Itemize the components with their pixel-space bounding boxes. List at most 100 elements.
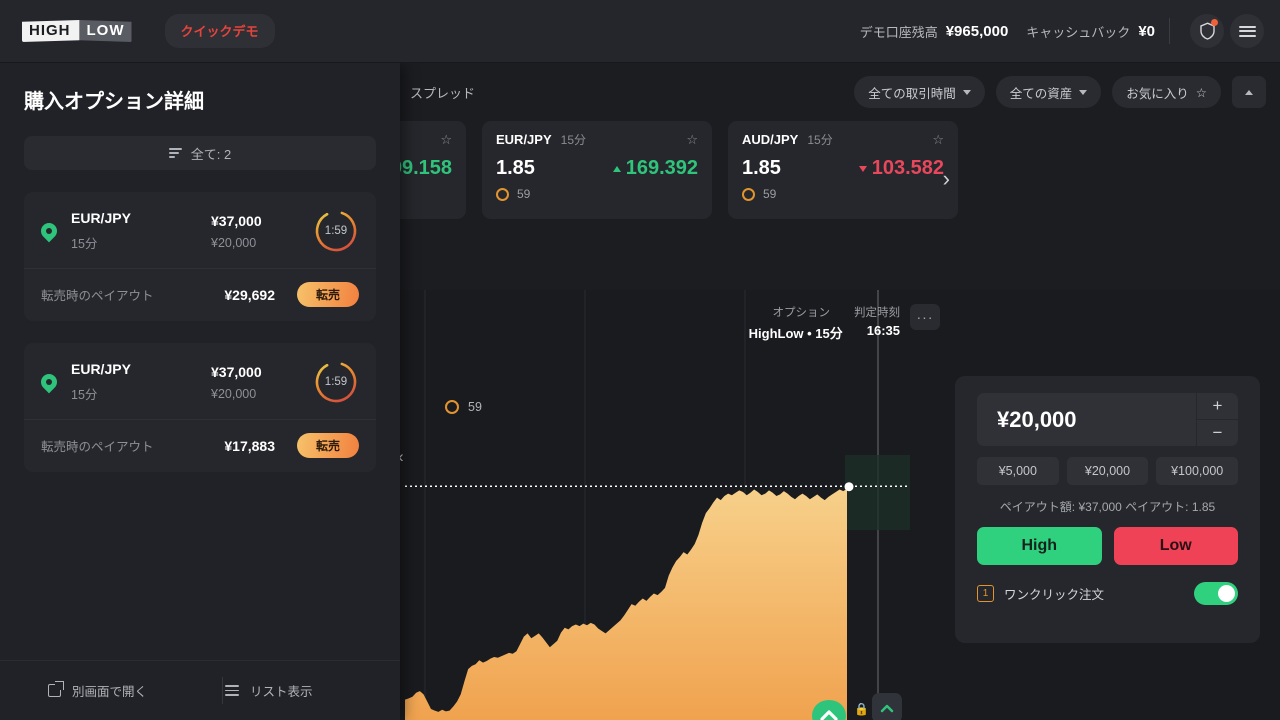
footer-divider	[222, 677, 223, 704]
position-pair: EUR/JPY	[71, 361, 131, 377]
price-area	[405, 488, 847, 720]
panel-filter-label: 全て: 2	[190, 146, 232, 162]
quick-amount-20000[interactable]: ¥20,000	[1066, 457, 1149, 485]
brand-logo[interactable]: HIGH LOW	[22, 18, 132, 44]
low-button[interactable]: Low	[1113, 527, 1238, 565]
quick-amount-100000[interactable]: ¥100,000	[1156, 457, 1239, 485]
position-pair: EUR/JPY	[71, 210, 131, 226]
position-card-header: EUR/JPY 15分 ¥37,000 ¥20,000 1:59	[24, 343, 376, 419]
resell-payout-value: ¥17,883	[224, 437, 275, 454]
position-countdown-timer: 1:59	[313, 359, 359, 405]
asset-card-eurjpy[interactable]: EUR/JPY 15分 ☆ 1.85 169.392 59	[482, 121, 712, 219]
amount-input-row: ¥20,000 + −	[977, 393, 1238, 446]
balance-value: ¥965,000	[945, 22, 1009, 40]
position-stake: ¥20,000	[211, 235, 257, 250]
asset-duration: 15分	[560, 133, 586, 147]
next-assets-arrow-icon[interactable]: ›	[943, 166, 950, 192]
asset-card-audjpy[interactable]: AUD/JPY 15分 ☆ 1.85 103.582 59 ›	[728, 121, 958, 219]
position-card-header: EUR/JPY 15分 ¥37,000 ¥20,000 1:59	[24, 192, 376, 268]
position-resell-row: 転売時のペイアウト ¥29,692 転売	[24, 268, 376, 321]
list-view-label: リスト表示	[250, 685, 313, 699]
asset-rate: 169.392	[612, 157, 698, 180]
asset-pair: EUR/JPY	[496, 132, 552, 147]
current-price-dot	[844, 482, 854, 492]
favorites-filter-label: お気に入り	[1126, 86, 1189, 101]
favorite-star-icon[interactable]: ☆	[932, 132, 944, 148]
asset-count: 59	[517, 187, 531, 201]
resell-button[interactable]: 転売	[297, 433, 359, 458]
judgement-window	[845, 455, 910, 530]
asset-count: 59	[763, 187, 777, 201]
trading-time-filter[interactable]: 全ての取引時間	[854, 76, 985, 108]
chart-high-button[interactable]	[872, 693, 902, 720]
position-resell-row: 転売時のペイアウト ¥17,883 転売	[24, 419, 376, 472]
asset-duration: 15分	[807, 133, 833, 147]
asset-rate-value: 103.582	[871, 157, 944, 179]
position-timer-text: 1:59	[324, 376, 348, 388]
panel-filter-button[interactable]: 全て: 2	[24, 136, 376, 170]
favorites-filter[interactable]: お気に入り ☆	[1112, 76, 1221, 108]
logo-low-text: LOW	[79, 20, 132, 42]
position-duration: 15分	[71, 388, 98, 402]
position-duration: 15分	[71, 237, 98, 251]
panel-title: 購入オプション詳細	[24, 91, 204, 113]
position-stake: ¥20,000	[211, 386, 257, 401]
one-click-icon: 1	[977, 585, 994, 602]
trading-time-filter-label: 全ての取引時間	[868, 86, 956, 101]
open-in-window-button[interactable]: 別画面で開く	[48, 681, 147, 700]
hamburger-menu-button[interactable]	[1230, 14, 1264, 48]
favorite-star-icon[interactable]: ☆	[440, 132, 452, 148]
amount-increase-button[interactable]: +	[1196, 393, 1238, 420]
notification-dot	[1211, 19, 1218, 26]
star-icon: ☆	[1195, 85, 1207, 100]
asset-card-values: 1.85 169.392	[496, 157, 698, 180]
chart-option-info: オプション 判定時刻 HighLow • 15分 16:35	[749, 304, 900, 342]
position-marker-high-1	[812, 700, 846, 720]
shield-icon-button[interactable]	[1190, 14, 1224, 48]
position-card-2[interactable]: EUR/JPY 15分 ¥37,000 ¥20,000 1:59 転売時のペイア…	[24, 343, 376, 472]
chart-option-labels: オプション 判定時刻	[749, 304, 901, 320]
app-header: HIGH LOW クイックデモ デモ口座残高 ¥965,000 キャッシュバック…	[0, 0, 1280, 63]
asset-card-footer: 59	[742, 187, 944, 201]
position-payout: ¥37,000	[211, 363, 262, 380]
option-value: HighLow • 15分	[748, 326, 843, 341]
amount-decrease-button[interactable]: −	[1196, 420, 1238, 446]
asset-payout: 1.85	[742, 157, 781, 179]
chevron-up-icon	[1245, 89, 1253, 95]
countdown-ring-icon	[496, 187, 509, 201]
amount-input[interactable]: ¥20,000	[977, 393, 1196, 446]
chart-more-options-button[interactable]: ···	[910, 304, 940, 330]
chart-option-values: HighLow • 15分 16:35	[749, 323, 900, 342]
asset-pair: AUD/JPY	[742, 132, 799, 147]
position-amounts: ¥37,000 ¥20,000	[211, 364, 307, 401]
high-low-buttons: High Low	[977, 527, 1238, 565]
asset-filter[interactable]: 全ての資産	[995, 76, 1102, 108]
quick-demo-button[interactable]: クイックデモ	[164, 14, 275, 48]
cashback-value: ¥0	[1138, 22, 1155, 40]
position-card-1[interactable]: EUR/JPY 15分 ¥37,000 ¥20,000 1:59 転売時のペイア…	[24, 192, 376, 321]
collapse-cards-button[interactable]	[1232, 76, 1266, 108]
asset-rate: 103.582	[858, 157, 944, 180]
header-divider	[1169, 18, 1170, 44]
filter-buttons: 全ての取引時間 全ての資産 お気に入り ☆	[854, 76, 1266, 108]
judge-time-value: 16:35	[866, 323, 900, 338]
arrow-up-icon	[612, 165, 621, 172]
favorite-star-icon[interactable]: ☆	[686, 132, 698, 148]
amount-stepper: + −	[1196, 393, 1238, 446]
high-button[interactable]: High	[977, 527, 1102, 565]
quick-amount-5000[interactable]: ¥5,000	[977, 457, 1059, 485]
asset-card-footer: 59	[496, 187, 698, 201]
judge-time-label: 判定時刻	[854, 307, 900, 319]
one-click-order-toggle[interactable]	[1194, 582, 1238, 605]
asset-payout: 1.85	[496, 157, 535, 179]
pin-marker-icon	[37, 370, 61, 394]
resell-button[interactable]: 転売	[297, 282, 359, 307]
balance-label: デモ口座残高	[859, 24, 938, 40]
logo-high-text: HIGH	[22, 20, 80, 42]
countdown-ring-icon	[445, 400, 459, 414]
resell-payout-label: 転売時のペイアウト	[41, 289, 154, 303]
chart-countdown-value: 59	[468, 400, 482, 414]
toggle-knob	[1218, 585, 1235, 602]
list-view-button[interactable]: リスト表示	[225, 681, 313, 700]
asset-filter-label: 全ての資産	[1009, 86, 1073, 101]
